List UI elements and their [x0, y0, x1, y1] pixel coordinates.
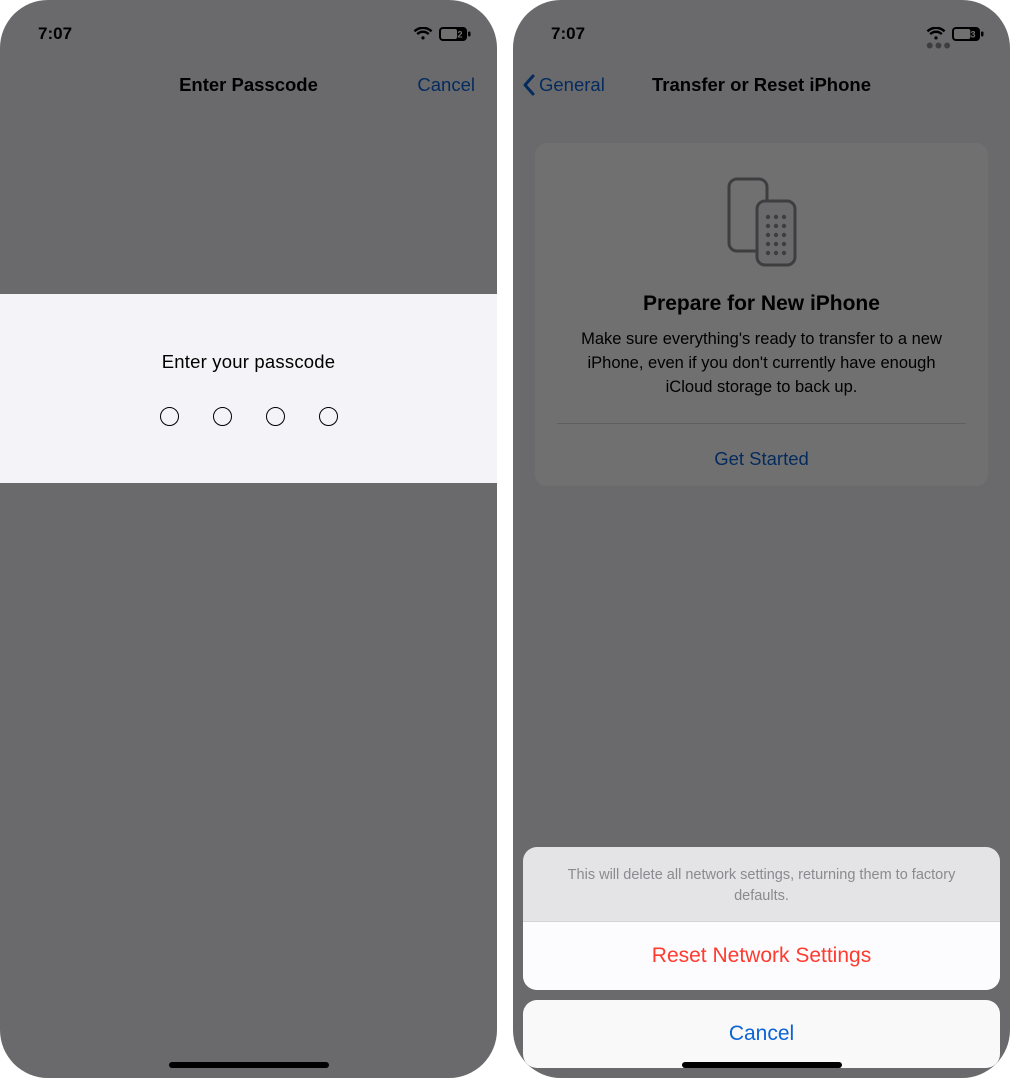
status-time: 7:07: [38, 24, 72, 44]
nav-bar: General Transfer or Reset iPhone: [513, 60, 1010, 110]
home-indicator[interactable]: [682, 1062, 842, 1068]
chevron-left-icon: [521, 74, 537, 96]
passcode-header: Enter Passcode Cancel: [0, 60, 497, 110]
action-sheet-description: This will delete all network settings, r…: [523, 847, 1000, 921]
wifi-icon: [413, 27, 433, 41]
battery-percent-text: 63: [965, 29, 975, 39]
passcode-prompt: Enter your passcode: [162, 351, 335, 373]
prepare-card: Prepare for New iPhone Make sure everyth…: [535, 143, 988, 486]
status-bar: 7:07 62: [0, 0, 497, 55]
page-title: Transfer or Reset iPhone: [652, 74, 871, 96]
passcode-dot: [160, 407, 179, 426]
card-separator: [557, 423, 966, 424]
status-icons: 62: [413, 27, 471, 41]
passcode-dot: [266, 407, 285, 426]
cancel-button[interactable]: Cancel: [523, 1000, 1000, 1068]
passcode-panel: Enter your passcode: [0, 294, 497, 483]
screenshot-left: 7:07 62 Enter Passcode Cancel Enter your…: [0, 0, 497, 1078]
battery-percent-text: 62: [452, 29, 462, 39]
home-indicator[interactable]: [169, 1062, 329, 1068]
screenshot-divider: [497, 0, 513, 1078]
reset-network-settings-button[interactable]: Reset Network Settings: [523, 921, 1000, 990]
battery-icon: 63: [952, 27, 984, 41]
more-icon[interactable]: •••: [926, 33, 952, 59]
dim-overlay: [0, 0, 497, 1078]
devices-icon: [723, 175, 801, 274]
battery-icon: 62: [439, 27, 471, 41]
passcode-dots[interactable]: [160, 407, 338, 426]
back-button[interactable]: General: [521, 74, 605, 96]
passcode-dot: [213, 407, 232, 426]
back-label: General: [539, 74, 605, 96]
passcode-dot: [319, 407, 338, 426]
cancel-button[interactable]: Cancel: [417, 74, 475, 96]
action-sheet-group: This will delete all network settings, r…: [523, 847, 1000, 990]
page-title: Enter Passcode: [179, 74, 318, 96]
action-sheet: This will delete all network settings, r…: [523, 847, 1000, 1068]
get-started-button[interactable]: Get Started: [714, 448, 809, 470]
card-body: Make sure everything's ready to transfer…: [565, 328, 958, 400]
screenshot-right: 7:07 63 ••• General Transfer or Reset i: [513, 0, 1010, 1078]
status-time: 7:07: [551, 24, 585, 44]
card-title: Prepare for New iPhone: [643, 292, 880, 316]
